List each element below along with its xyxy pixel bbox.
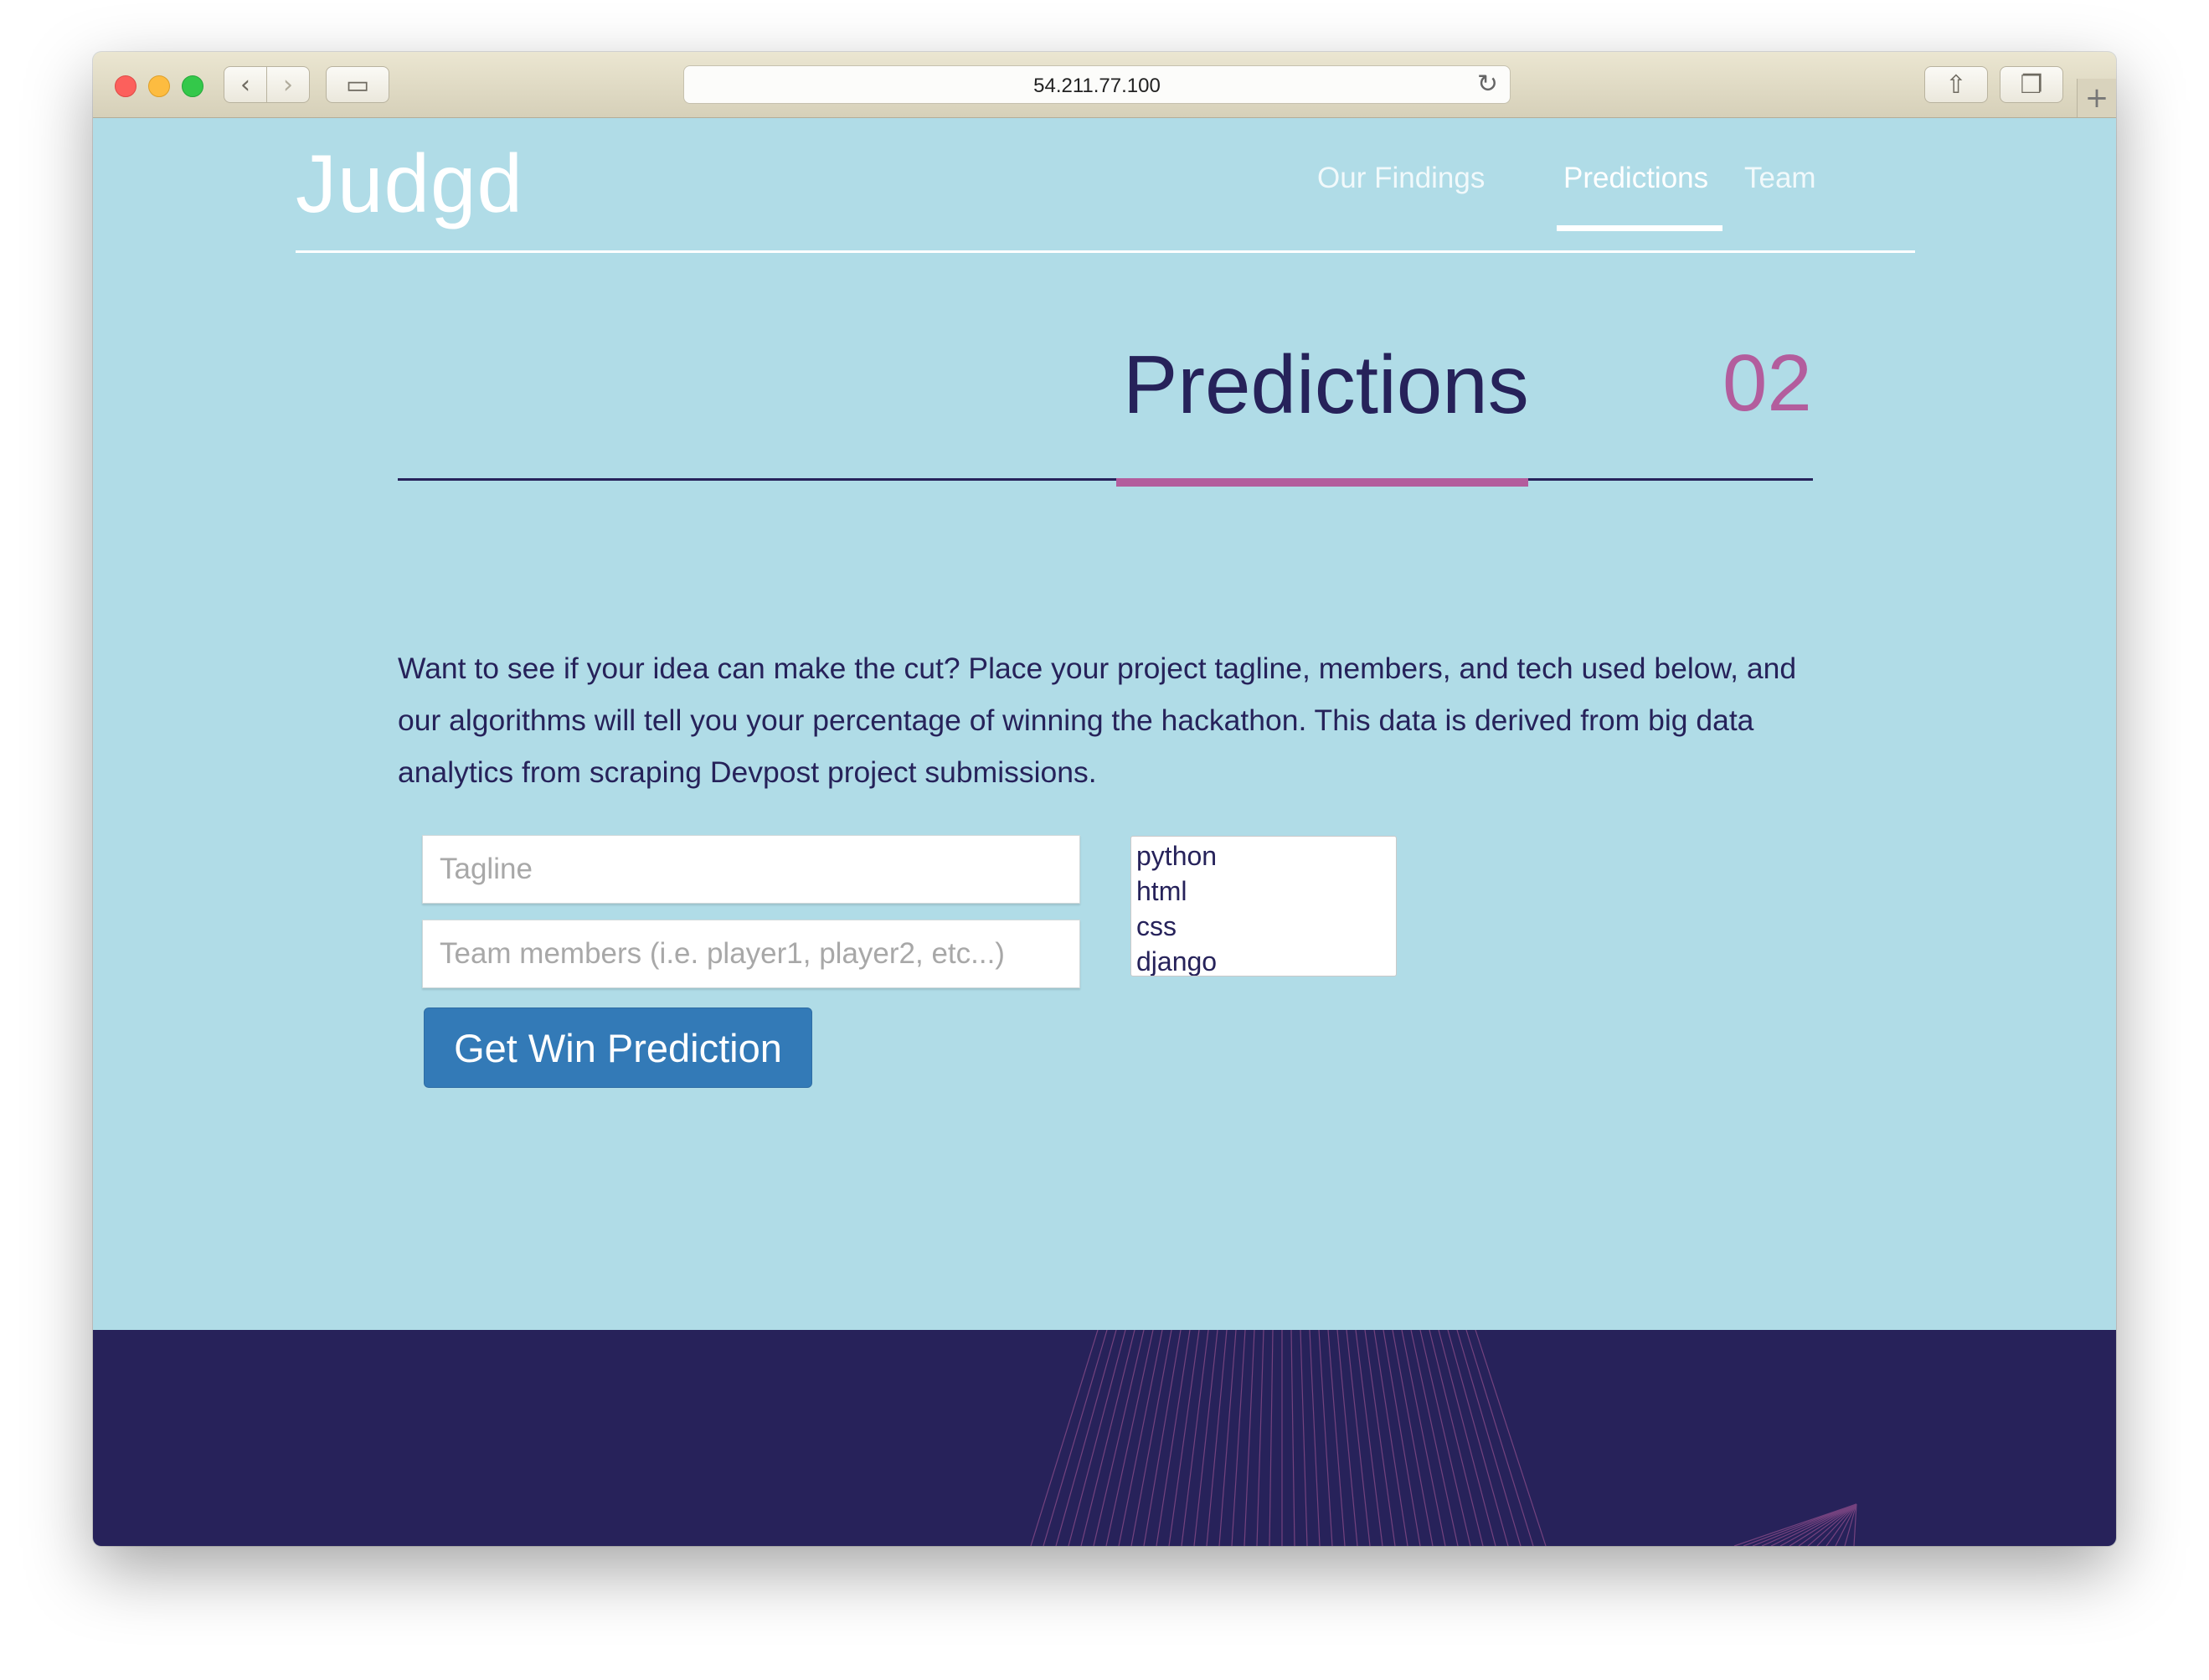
chevron-left-icon: ‹	[240, 70, 250, 100]
nav-link-team[interactable]: Team	[1744, 162, 1816, 195]
tech-option[interactable]: css	[1131, 909, 1396, 944]
browser-window: ‹ › ▭ 54.211.77.100 ↻ ⇧ ❐ + Judgd Our Fi…	[93, 52, 2116, 1546]
tagline-input[interactable]	[422, 835, 1080, 904]
address-bar[interactable]: 54.211.77.100 ↻	[683, 65, 1511, 104]
browser-toolbar: ‹ › ▭ 54.211.77.100 ↻ ⇧ ❐ +	[93, 52, 2116, 118]
tech-option[interactable]: html	[1131, 873, 1396, 909]
new-tab-button[interactable]: +	[2077, 79, 2116, 117]
chevron-right-icon: ›	[283, 70, 293, 100]
nav-link-predictions[interactable]: Predictions	[1563, 162, 1708, 195]
section-divider-accent	[1116, 478, 1528, 487]
tech-used-listbox[interactable]: python html css django	[1130, 836, 1397, 977]
share-icon: ⇧	[1945, 70, 1967, 100]
site-navbar: Judgd Our Findings Predictions Team	[296, 118, 1915, 253]
intro-paragraph: Want to see if your idea can make the cu…	[398, 652, 1797, 789]
tech-option[interactable]: python	[1131, 838, 1396, 873]
sidebar-icon: ▭	[345, 70, 370, 100]
page-content: Judgd Our Findings Predictions Team Pred…	[93, 118, 2116, 1546]
forward-button[interactable]: ›	[266, 66, 310, 103]
active-nav-indicator	[1557, 225, 1722, 231]
show-tabs-button[interactable]: ❐	[2000, 66, 2063, 103]
zoom-window-button[interactable]	[182, 75, 203, 97]
sidebar-toggle-button[interactable]: ▭	[326, 66, 389, 103]
site-logo[interactable]: Judgd	[296, 137, 523, 231]
minimize-window-button[interactable]	[148, 75, 170, 97]
footer	[93, 1330, 2116, 1546]
get-win-prediction-button[interactable]: Get Win Prediction	[424, 1007, 812, 1088]
tech-option[interactable]: django	[1131, 944, 1396, 976]
team-members-input[interactable]	[422, 920, 1080, 988]
plus-icon: +	[2084, 81, 2109, 115]
close-window-button[interactable]	[115, 75, 136, 97]
tabs-icon: ❐	[2020, 70, 2043, 100]
share-button[interactable]: ⇧	[1924, 66, 1988, 103]
reload-icon[interactable]: ↻	[1477, 70, 1498, 99]
url-text: 54.211.77.100	[1033, 75, 1161, 97]
section-number: 02	[1722, 338, 1812, 428]
section-divider	[398, 478, 1813, 481]
nav-link-our-findings[interactable]: Our Findings	[1317, 162, 1485, 195]
section-title: Predictions	[1123, 338, 1529, 430]
back-button[interactable]: ‹	[224, 66, 267, 103]
footer-line-art	[1030, 1330, 1857, 1546]
footer-decorative-lines	[1030, 1330, 1857, 1546]
